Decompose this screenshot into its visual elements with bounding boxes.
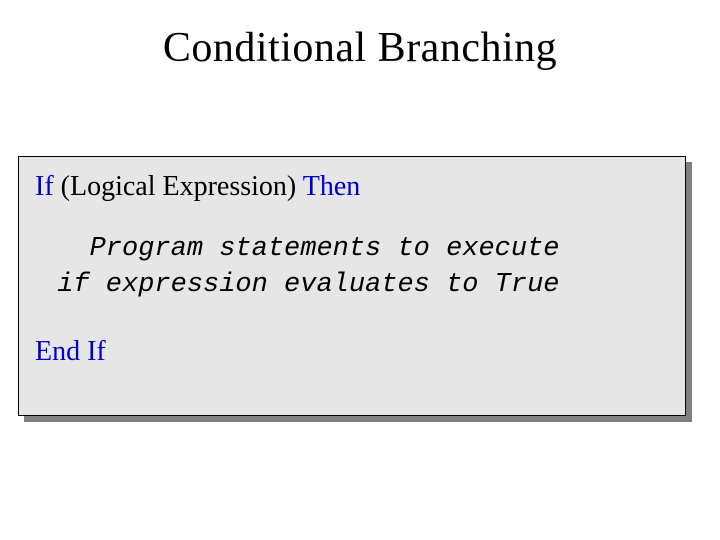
logical-expression: (Logical Expression) — [54, 171, 303, 202]
keyword-if: If — [35, 171, 54, 202]
if-line: If (Logical Expression) Then — [35, 171, 669, 203]
slide-title: Conditional Branching — [0, 24, 720, 72]
keyword-endif: End If — [35, 336, 106, 367]
endif-line: End If — [35, 336, 669, 368]
code-body: Program statements to execute if express… — [41, 231, 669, 304]
slide: Conditional Branching If (Logical Expres… — [0, 0, 720, 540]
keyword-then: Then — [303, 171, 361, 202]
code-box: If (Logical Expression) Then Program sta… — [18, 156, 686, 416]
